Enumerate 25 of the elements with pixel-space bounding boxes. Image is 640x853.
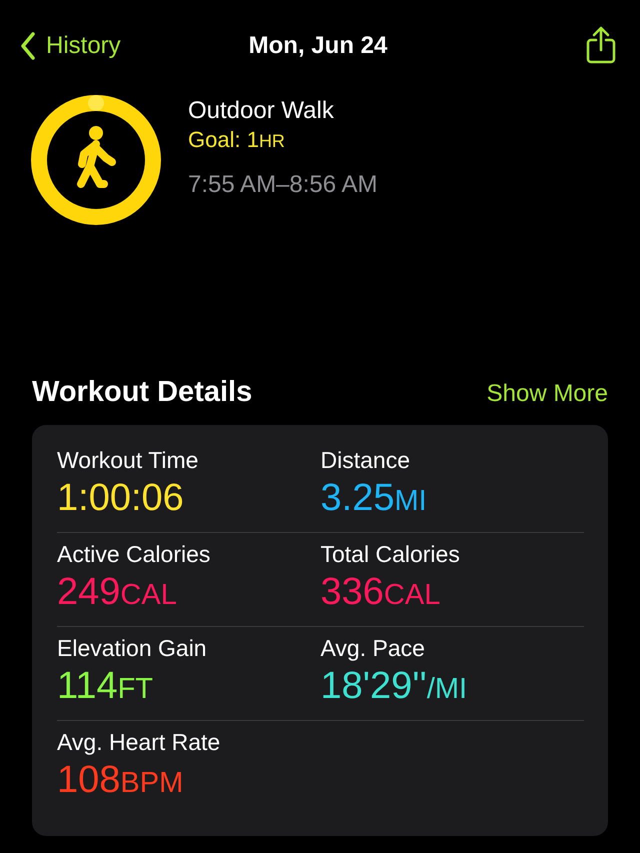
metric-value: 1:00:06 xyxy=(57,476,185,521)
metric-label: Avg. Heart Rate xyxy=(57,728,222,757)
back-button[interactable]: History xyxy=(20,32,121,60)
workout-goal: Goal: 1HR xyxy=(188,126,286,154)
metric-value: 249CAL xyxy=(57,570,178,615)
metric-label: Elevation Gain xyxy=(57,634,208,663)
share-button[interactable] xyxy=(586,26,616,66)
metric-label: Total Calories xyxy=(320,540,461,569)
chevron-left-icon xyxy=(20,32,36,60)
metric-label: Active Calories xyxy=(57,540,212,569)
share-icon xyxy=(586,26,616,64)
metric-value: 18'29''/MI xyxy=(320,664,468,709)
metric-label: Distance xyxy=(320,446,411,475)
metric-value: 3.25MI xyxy=(320,476,428,521)
show-more-link[interactable]: Show More xyxy=(486,380,608,408)
section-title: Workout Details xyxy=(32,376,252,409)
metric-label: Workout Time xyxy=(57,446,200,475)
metric-label: Avg. Pace xyxy=(320,634,426,663)
workout-name: Outdoor Walk xyxy=(188,96,335,126)
metric-value: 114FT xyxy=(57,664,154,709)
metric-value: 108BPM xyxy=(57,758,184,803)
metric-value: 336CAL xyxy=(320,570,442,615)
walking-ring-icon xyxy=(30,94,162,226)
workout-time-range: 7:55 AM–8:56 AM xyxy=(188,171,378,199)
page-title: Mon, Jun 24 xyxy=(248,32,388,60)
